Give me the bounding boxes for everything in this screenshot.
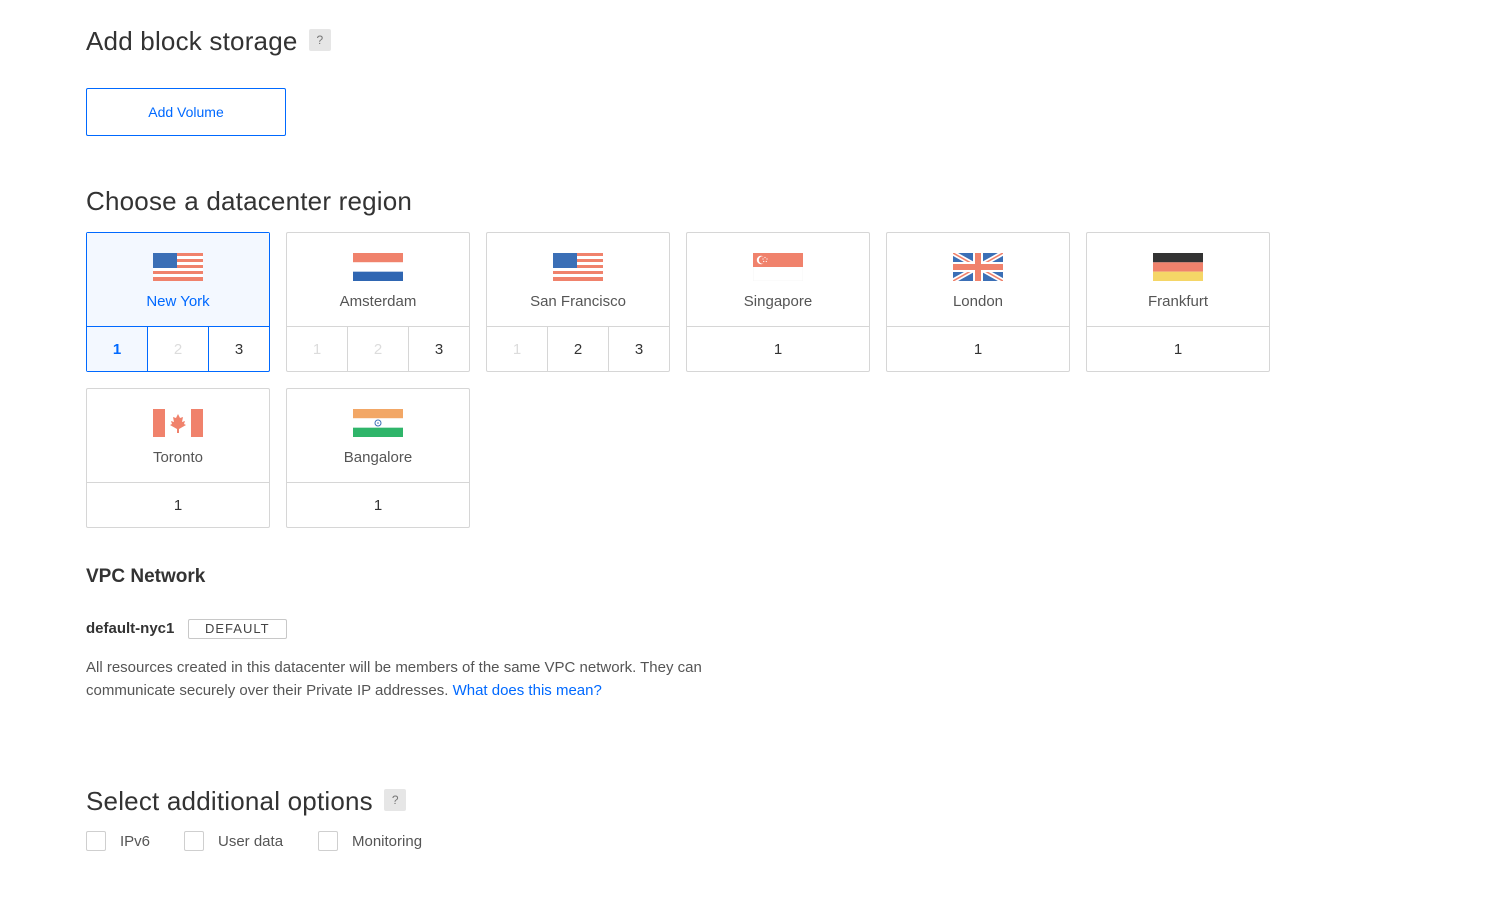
region-name: London [952, 293, 1004, 310]
monitoring-label: Monitoring [352, 832, 423, 850]
datacenter-option-2: 2 [347, 327, 408, 371]
region-name: Frankfurt [1147, 293, 1208, 310]
option-monitoring[interactable]: Monitoring [318, 831, 422, 851]
region-name: New York [146, 293, 210, 310]
region-name: Singapore [743, 293, 813, 310]
region-toronto-select[interactable]: Toronto [87, 389, 269, 483]
option-user-data[interactable]: User data [184, 831, 283, 851]
nl-flag-icon [353, 253, 403, 281]
option-ipv6[interactable]: IPv6 [86, 831, 150, 851]
vpc-network-title: VPC Network [86, 566, 206, 587]
ca-flag-icon [153, 409, 203, 437]
datacenter-option-3[interactable]: 3 [408, 327, 469, 371]
datacenter-option-1[interactable]: 1 [287, 483, 469, 527]
datacenter-option-2[interactable]: 2 [547, 327, 608, 371]
datacenter-option-1: 1 [312, 340, 322, 358]
datacenter-option-3[interactable]: 3 [208, 327, 269, 371]
vpc-description-text: All resources created in this datacenter… [86, 659, 702, 699]
in-flag-icon [353, 409, 403, 437]
region-new-york-select[interactable]: New York [87, 233, 269, 327]
additional-options-title: Select additional options [86, 786, 373, 816]
user-data-label: User data [218, 832, 284, 850]
region-card-new-york[interactable]: New York 1 2 3 [86, 232, 270, 372]
datacenter-option-2: 2 [147, 327, 208, 371]
sg-flag-icon [753, 253, 803, 281]
datacenter-title: Choose a datacenter region [86, 186, 413, 216]
block-storage-heading: Add block storage ? [86, 26, 331, 57]
help-icon[interactable]: ? [308, 29, 331, 52]
region-amsterdam-select[interactable]: Amsterdam [287, 233, 469, 327]
region-name: Toronto [152, 449, 204, 466]
vpc-help-link[interactable]: What does this mean? [453, 682, 602, 699]
ipv6-label: IPv6 [120, 832, 151, 850]
region-card-frankfurt[interactable]: Frankfurt 1 [1086, 232, 1270, 372]
region-bangalore-select[interactable]: Bangalore [287, 389, 469, 483]
region-frankfurt-select[interactable]: Frankfurt [1087, 233, 1269, 327]
region-card-london[interactable]: London 1 [886, 232, 1070, 372]
add-volume-button[interactable]: Add Volume [86, 88, 286, 136]
default-badge: DEFAULT [188, 619, 287, 639]
region-card-toronto[interactable]: Toronto 1 [86, 388, 270, 528]
datacenter-option-1[interactable]: 1 [87, 483, 269, 527]
de-flag-icon [1153, 253, 1203, 281]
monitoring-checkbox[interactable] [318, 831, 338, 851]
user-data-checkbox[interactable] [184, 831, 204, 851]
datacenter-option-1: 1 [512, 340, 522, 358]
region-london-select[interactable]: London [887, 233, 1069, 327]
region-singapore-select[interactable]: Singapore [687, 233, 869, 327]
ipv6-checkbox[interactable] [86, 831, 106, 851]
region-card-singapore[interactable]: Singapore 1 [686, 232, 870, 372]
datacenter-option-1[interactable]: 1 [87, 327, 147, 371]
datacenter-option-3[interactable]: 3 [608, 327, 669, 371]
vpc-network-name: default-nyc1 [86, 620, 175, 637]
region-san-francisco-select[interactable]: San Francisco [487, 233, 669, 327]
region-card-amsterdam[interactable]: Amsterdam 1 2 3 [286, 232, 470, 372]
region-name: Bangalore [343, 449, 413, 466]
help-icon[interactable]: ? [384, 789, 407, 812]
us-flag-icon [553, 253, 603, 281]
region-card-san-francisco[interactable]: San Francisco 1 2 3 [486, 232, 670, 372]
vpc-description: All resources created in this datacenter… [86, 656, 786, 702]
region-card-bangalore[interactable]: Bangalore 1 [286, 388, 470, 528]
region-name: Amsterdam [339, 293, 417, 310]
additional-options-heading: Select additional options ? [86, 786, 407, 817]
uk-flag-icon [953, 253, 1003, 281]
datacenter-option-1[interactable]: 1 [687, 327, 869, 371]
region-name: San Francisco [530, 293, 626, 310]
datacenter-option-1[interactable]: 1 [887, 327, 1069, 371]
us-flag-icon [153, 253, 203, 281]
datacenter-option-1[interactable]: 1 [1087, 327, 1269, 371]
block-storage-title: Add block storage [86, 26, 298, 56]
